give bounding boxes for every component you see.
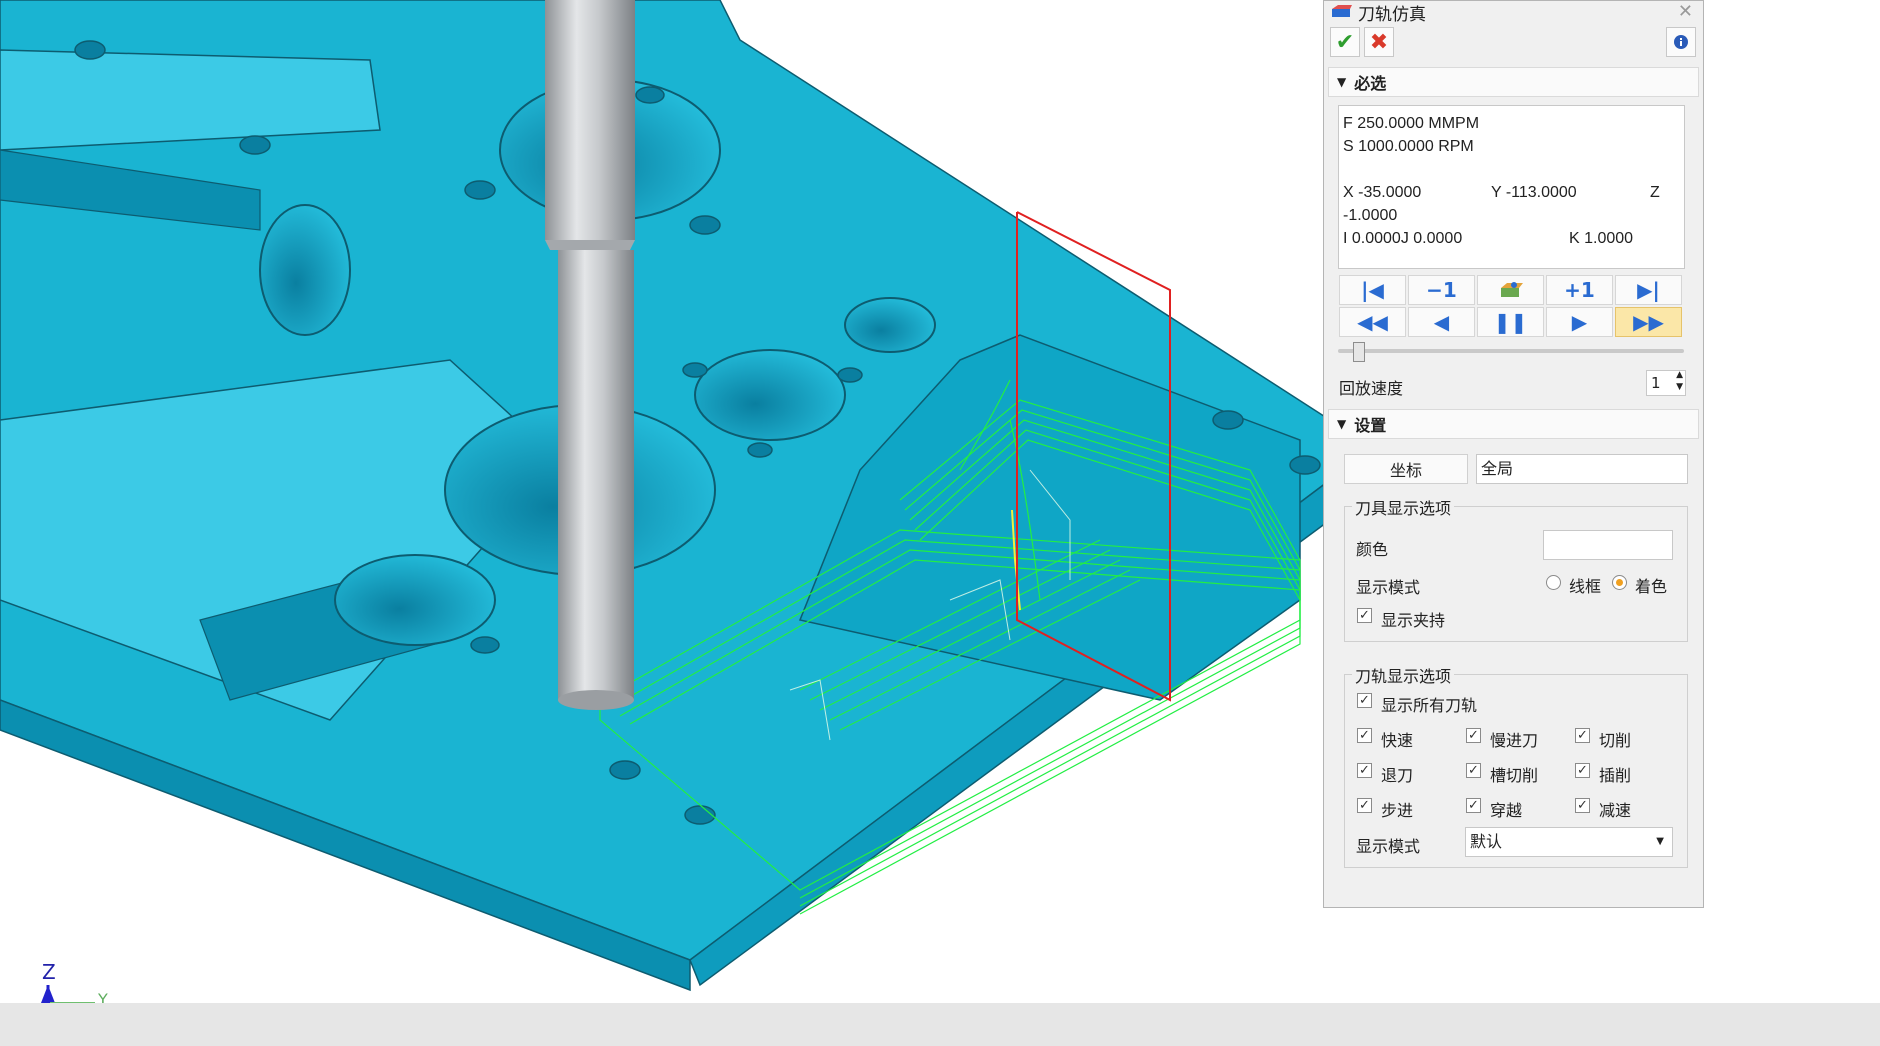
status-strip xyxy=(0,1003,1880,1046)
plunge-label: 插削 xyxy=(1599,766,1632,785)
color-label: 颜色 xyxy=(1356,540,1389,559)
fast-rewind-button[interactable]: ◀◀ xyxy=(1339,307,1406,337)
tool-display-group-title: 刀具显示选项 xyxy=(1352,495,1455,519)
fast-forward-button[interactable]: ▶▶ xyxy=(1615,307,1682,337)
toolpath-simulation-panel: 刀轨仿真 ✕ ✔ ✖ ▼ 必选 F 250.0000 MMPM S 1000.0… xyxy=(1323,0,1704,908)
retract-checkbox[interactable]: ✓ xyxy=(1357,763,1372,778)
motion-readout: F 250.0000 MMPM S 1000.0000 RPM X -35.00… xyxy=(1338,105,1685,269)
show-fixture-checkbox[interactable]: ✓ xyxy=(1357,608,1372,623)
pause-icon: ❚❚ xyxy=(1493,310,1528,334)
playback-slider-track[interactable] xyxy=(1338,349,1684,353)
k-readout: K 1.0000 xyxy=(1569,230,1634,247)
step-back-button[interactable]: −1 xyxy=(1408,275,1475,305)
info-button[interactable] xyxy=(1666,27,1696,57)
coordinate-system-value: 全局 xyxy=(1481,459,1514,478)
coordinate-system-field[interactable]: 全局 xyxy=(1476,454,1688,484)
settings-section-title: 设置 xyxy=(1354,416,1387,435)
rapid-checkbox[interactable]: ✓ xyxy=(1357,728,1372,743)
playback-speed-spinner[interactable]: 1 ▲ ▼ xyxy=(1646,370,1686,396)
collapse-triangle-icon: ▼ xyxy=(1337,417,1347,431)
playback-speed-value: 1 xyxy=(1651,374,1661,392)
slot-cut-label: 槽切削 xyxy=(1490,766,1539,785)
traverse-checkbox[interactable]: ✓ xyxy=(1466,798,1481,813)
tool-display-mode-label: 显示模式 xyxy=(1356,578,1421,597)
show-material-button[interactable] xyxy=(1477,275,1544,305)
show-all-toolpaths-label: 显示所有刀轨 xyxy=(1381,696,1478,715)
cut-checkbox[interactable]: ✓ xyxy=(1575,728,1590,743)
go-to-end-icon: ▶| xyxy=(1637,278,1660,302)
step-forward-icon: +1 xyxy=(1564,278,1595,302)
check-icon: ✔ xyxy=(1335,29,1355,55)
traverse-label: 穿越 xyxy=(1490,801,1523,820)
toolpath-display-group-title: 刀轨显示选项 xyxy=(1352,663,1455,687)
x-readout: X -35.0000 xyxy=(1343,184,1422,201)
step-back-icon: −1 xyxy=(1426,278,1457,302)
material-icon xyxy=(1500,282,1523,297)
coordinate-button[interactable]: 坐标 xyxy=(1344,454,1468,484)
play-back-button[interactable]: ◀ xyxy=(1408,307,1475,337)
feed-readout: F 250.0000 MMPM xyxy=(1343,115,1480,132)
axis-triad xyxy=(41,985,95,1003)
step-forward-button[interactable]: +1 xyxy=(1546,275,1613,305)
shaded-radio[interactable] xyxy=(1612,575,1627,590)
y-readout: Y -113.0000 xyxy=(1491,184,1577,201)
play-forward-icon: ▶ xyxy=(1571,310,1588,334)
slot-cut-checkbox[interactable]: ✓ xyxy=(1466,763,1481,778)
ij-readout: I 0.0000J 0.0000 xyxy=(1343,230,1463,247)
action-row: ✔ ✖ xyxy=(1324,23,1703,61)
spinner-arrows-icon: ▲ ▼ xyxy=(1676,370,1683,392)
retract-label: 退刀 xyxy=(1381,766,1414,785)
toolpath-display-mode-label: 显示模式 xyxy=(1356,837,1421,856)
playback-speed-label: 回放速度 xyxy=(1339,379,1404,398)
wireframe-radio[interactable] xyxy=(1546,575,1561,590)
ok-button[interactable]: ✔ xyxy=(1330,27,1360,57)
toolpath-display-mode-value: 默认 xyxy=(1470,832,1503,851)
color-swatch[interactable] xyxy=(1543,530,1673,560)
coordinate-button-label: 坐标 xyxy=(1389,461,1422,480)
show-fixture-label: 显示夹持 xyxy=(1381,611,1446,630)
toolpath-sim-icon xyxy=(1332,5,1352,17)
x-icon: ✖ xyxy=(1369,29,1389,55)
playback-slider-thumb[interactable] xyxy=(1352,342,1365,362)
cancel-button[interactable]: ✖ xyxy=(1364,27,1394,57)
collapse-triangle-icon: ▼ xyxy=(1337,75,1347,89)
z-label-readout: Z xyxy=(1650,184,1660,201)
machined-part xyxy=(0,0,1331,992)
fast-forward-icon: ▶▶ xyxy=(1633,310,1664,334)
toolpath-display-mode-select[interactable]: 默认 ▼ xyxy=(1465,827,1673,857)
go-to-start-button[interactable]: |◀ xyxy=(1339,275,1406,305)
show-all-toolpaths-checkbox[interactable]: ✓ xyxy=(1357,693,1372,708)
decelerate-checkbox[interactable]: ✓ xyxy=(1575,798,1590,813)
chevron-down-icon: ▼ xyxy=(1656,836,1664,847)
approach-checkbox[interactable]: ✓ xyxy=(1466,728,1481,743)
go-to-end-button[interactable]: ▶| xyxy=(1615,275,1682,305)
close-icon[interactable]: ✕ xyxy=(1678,1,1693,22)
cut-label: 切削 xyxy=(1599,731,1632,750)
panel-titlebar[interactable]: 刀轨仿真 ✕ xyxy=(1324,1,1703,25)
stepover-checkbox[interactable]: ✓ xyxy=(1357,798,1372,813)
decelerate-label: 减速 xyxy=(1599,801,1632,820)
stepover-label: 步进 xyxy=(1381,801,1414,820)
plunge-checkbox[interactable]: ✓ xyxy=(1575,763,1590,778)
cutting-tool xyxy=(545,0,635,710)
required-section-header[interactable]: ▼ 必选 xyxy=(1328,67,1699,97)
pause-button[interactable]: ❚❚ xyxy=(1477,307,1544,337)
speed-readout: S 1000.0000 RPM xyxy=(1343,138,1474,155)
go-to-start-icon: |◀ xyxy=(1361,278,1384,302)
fast-rewind-icon: ◀◀ xyxy=(1357,310,1388,334)
play-forward-button[interactable]: ▶ xyxy=(1546,307,1613,337)
approach-label: 慢进刀 xyxy=(1490,731,1539,750)
play-back-icon: ◀ xyxy=(1433,310,1450,334)
axis-z-label: Z xyxy=(42,960,56,984)
info-icon xyxy=(1674,35,1688,49)
rapid-label: 快速 xyxy=(1381,731,1414,750)
shaded-label: 着色 xyxy=(1635,577,1668,596)
panel-title: 刀轨仿真 xyxy=(1358,4,1426,25)
required-section-title: 必选 xyxy=(1354,74,1387,93)
wireframe-label: 线框 xyxy=(1569,577,1602,596)
z-readout: -1.0000 xyxy=(1343,207,1398,224)
settings-section-header[interactable]: ▼ 设置 xyxy=(1328,409,1699,439)
